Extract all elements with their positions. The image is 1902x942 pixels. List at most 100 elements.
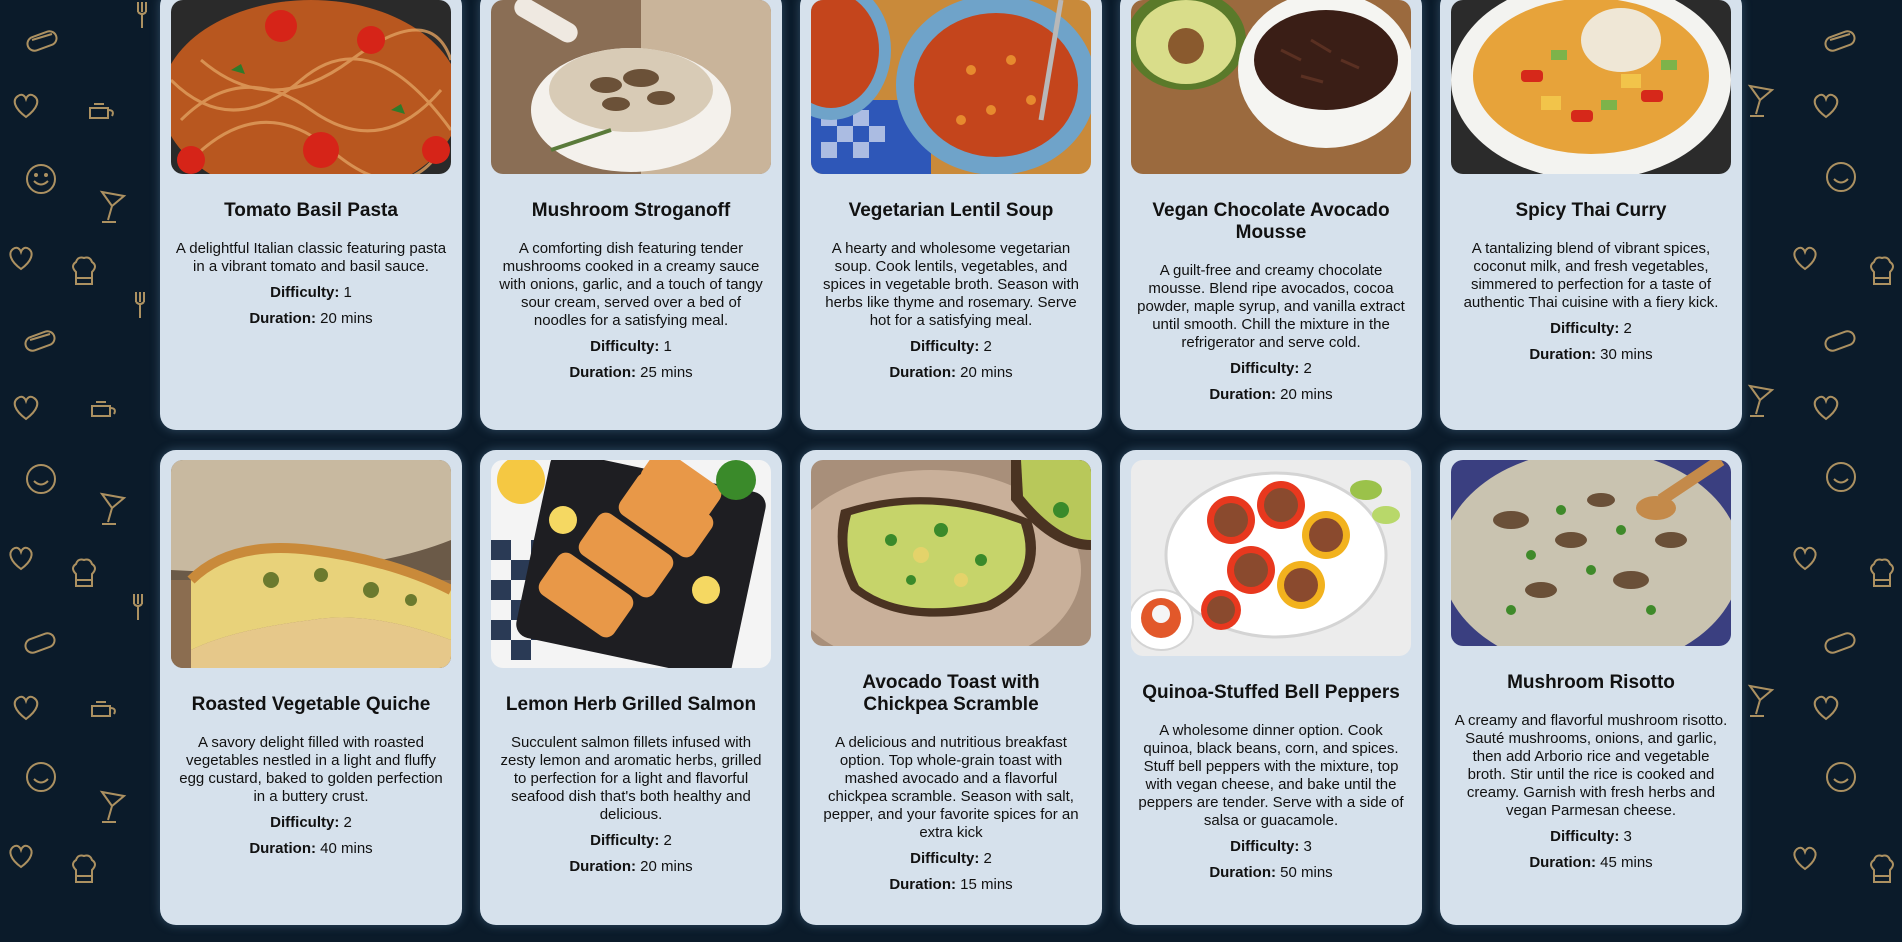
- duration-value: 20 mins: [640, 858, 693, 875]
- sandwich-icon: [1824, 30, 1856, 52]
- difficulty-row: Difficulty: 3: [1450, 828, 1732, 846]
- recipe-description: A tantalizing blend of vibrant spices, c…: [1463, 240, 1719, 311]
- recipe-card[interactable]: Vegan Chocolate Avocado Mousse A guilt-f…: [1120, 0, 1422, 430]
- heart-icon: [1813, 695, 1839, 721]
- recipe-card[interactable]: Mushroom Risotto A creamy and flavorful …: [1440, 450, 1742, 925]
- chef-hat-icon: [72, 256, 96, 285]
- difficulty-label: Difficulty:: [270, 814, 340, 831]
- smiley-icon: [26, 464, 56, 494]
- stuffed-peppers-image: [1131, 460, 1411, 656]
- duration-row: Duration: 20 mins: [810, 364, 1092, 382]
- heart-icon: [9, 844, 33, 869]
- difficulty-row: Difficulty: 1: [170, 284, 452, 302]
- sandwich-icon: [1824, 330, 1856, 352]
- recipe-card[interactable]: Roasted Vegetable Quiche A savory deligh…: [160, 450, 462, 925]
- difficulty-row: Difficulty: 2: [170, 814, 452, 832]
- duration-value: 25 mins: [640, 364, 693, 381]
- heart-icon: [1813, 93, 1839, 119]
- chef-hat-icon: [1870, 256, 1894, 285]
- chef-hat-icon: [1870, 558, 1894, 587]
- duration-row: Duration: 45 mins: [1450, 854, 1732, 872]
- difficulty-label: Difficulty:: [1550, 320, 1620, 337]
- recipe-card[interactable]: Quinoa-Stuffed Bell Peppers A wholesome …: [1120, 450, 1422, 925]
- duration-label: Duration:: [1529, 346, 1596, 363]
- duration-label: Duration:: [569, 858, 636, 875]
- duration-label: Duration:: [249, 310, 316, 327]
- chef-hat-icon: [72, 854, 96, 883]
- heart-icon: [1813, 395, 1839, 421]
- sandwich-icon: [1824, 632, 1856, 654]
- heart-icon: [13, 695, 39, 721]
- recipe-card[interactable]: Mushroom Stroganoff A comforting dish fe…: [480, 0, 782, 430]
- duration-row: Duration: 20 mins: [490, 858, 772, 876]
- teapot-icon: [89, 103, 114, 119]
- difficulty-value: 1: [663, 338, 672, 355]
- cocktail-icon: [1747, 684, 1775, 717]
- teapot-icon: [91, 701, 116, 717]
- heart-icon: [9, 246, 33, 271]
- recipe-title: Tomato Basil Pasta: [224, 200, 398, 221]
- difficulty-row: Difficulty: 2: [810, 850, 1092, 868]
- difficulty-value: 2: [983, 338, 992, 355]
- chef-hat-icon: [1870, 854, 1894, 883]
- avocado-toast-image: [811, 460, 1091, 646]
- duration-value: 20 mins: [960, 364, 1013, 381]
- recipe-title: Mushroom Risotto: [1507, 672, 1675, 693]
- difficulty-value: 2: [983, 850, 992, 867]
- difficulty-label: Difficulty:: [1550, 828, 1620, 845]
- recipe-title: Roasted Vegetable Quiche: [191, 694, 431, 715]
- risotto-image: [1451, 460, 1731, 646]
- recipe-card[interactable]: Spicy Thai Curry A tantalizing blend of …: [1440, 0, 1742, 430]
- smiley-icon: [1826, 162, 1856, 192]
- recipe-card[interactable]: Tomato Basil Pasta A delightful Italian …: [160, 0, 462, 430]
- difficulty-value: 2: [663, 832, 672, 849]
- heart-icon: [13, 93, 39, 119]
- cocktail-icon: [1747, 384, 1775, 417]
- recipe-card[interactable]: Vegetarian Lentil Soup A hearty and whol…: [800, 0, 1102, 430]
- lentil-soup-image: [811, 0, 1091, 174]
- teapot-icon: [91, 401, 116, 417]
- quiche-image: [171, 460, 451, 668]
- fork-icon: [137, 2, 147, 28]
- difficulty-value: 2: [1623, 320, 1632, 337]
- duration-value: 45 mins: [1600, 854, 1653, 871]
- recipe-title: Lemon Herb Grilled Salmon: [505, 694, 757, 715]
- duration-label: Duration:: [1529, 854, 1596, 871]
- stroganoff-image: [491, 0, 771, 174]
- duration-row: Duration: 30 mins: [1450, 346, 1732, 364]
- recipe-title: Spicy Thai Curry: [1515, 200, 1667, 221]
- cocktail-icon: [99, 492, 127, 525]
- difficulty-label: Difficulty:: [1230, 838, 1300, 855]
- duration-row: Duration: 20 mins: [1130, 386, 1412, 404]
- recipe-description: A guilt-free and creamy chocolate mousse…: [1137, 262, 1405, 351]
- recipe-card[interactable]: Avocado Toast with Chickpea Scramble A d…: [800, 450, 1102, 925]
- duration-label: Duration:: [1209, 864, 1276, 881]
- duration-label: Duration:: [1209, 386, 1276, 403]
- recipe-description: A savory delight filled with roasted veg…: [179, 734, 443, 805]
- heart-icon: [1793, 546, 1817, 571]
- salmon-image: [491, 460, 771, 668]
- recipe-description: Succulent salmon fillets infused with ze…: [500, 734, 762, 823]
- difficulty-row: Difficulty: 1: [490, 338, 772, 356]
- heart-icon: [1793, 846, 1817, 871]
- recipe-title: Mushroom Stroganoff: [531, 200, 731, 221]
- difficulty-value: 3: [1303, 838, 1312, 855]
- duration-value: 30 mins: [1600, 346, 1653, 363]
- difficulty-row: Difficulty: 2: [490, 832, 772, 850]
- recipe-card[interactable]: Lemon Herb Grilled Salmon Succulent salm…: [480, 450, 782, 925]
- sandwich-icon: [26, 30, 58, 52]
- duration-row: Duration: 40 mins: [170, 840, 452, 858]
- heart-icon: [9, 546, 33, 571]
- difficulty-label: Difficulty:: [590, 832, 660, 849]
- sandwich-icon: [24, 330, 56, 352]
- recipe-description: A comforting dish featuring tender mushr…: [499, 240, 763, 329]
- difficulty-label: Difficulty:: [1230, 360, 1300, 377]
- recipe-grid: Tomato Basil Pasta A delightful Italian …: [160, 0, 1742, 925]
- difficulty-value: 2: [1303, 360, 1312, 377]
- recipe-description: A creamy and flavorful mushroom risotto.…: [1454, 712, 1728, 819]
- duration-row: Duration: 20 mins: [170, 310, 452, 328]
- duration-value: 50 mins: [1280, 864, 1333, 881]
- difficulty-row: Difficulty: 2: [1130, 360, 1412, 378]
- difficulty-value: 3: [1623, 828, 1632, 845]
- sandwich-icon: [24, 632, 56, 654]
